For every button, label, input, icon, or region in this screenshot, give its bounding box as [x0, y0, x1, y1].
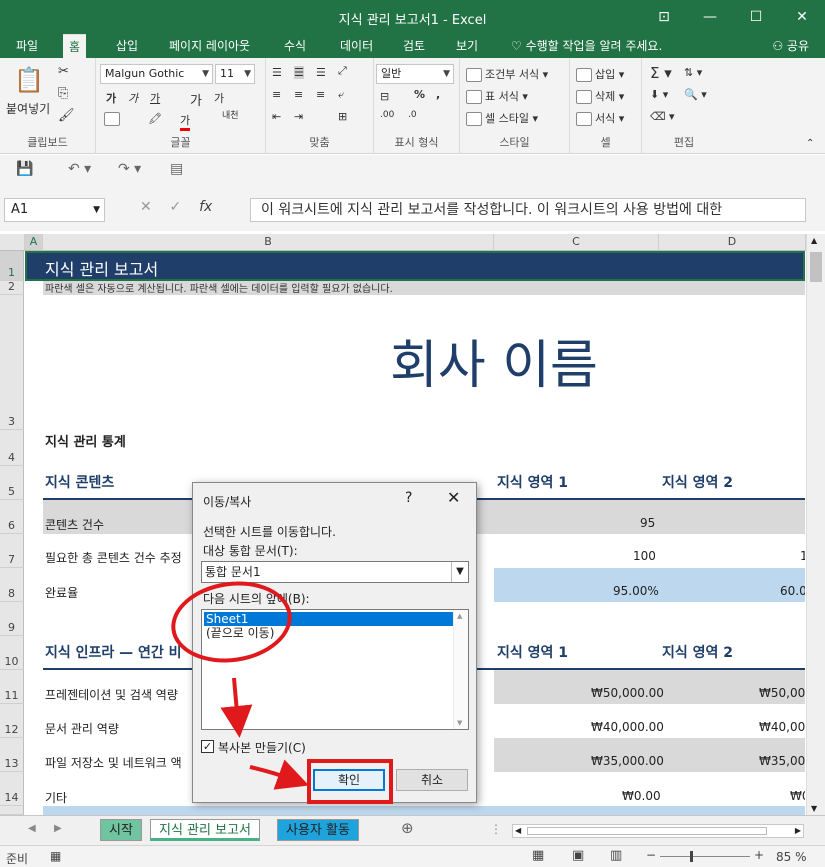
arrow-right [249, 759, 310, 790]
annotation-arrows [220, 677, 310, 790]
arrow-down [220, 677, 253, 738]
